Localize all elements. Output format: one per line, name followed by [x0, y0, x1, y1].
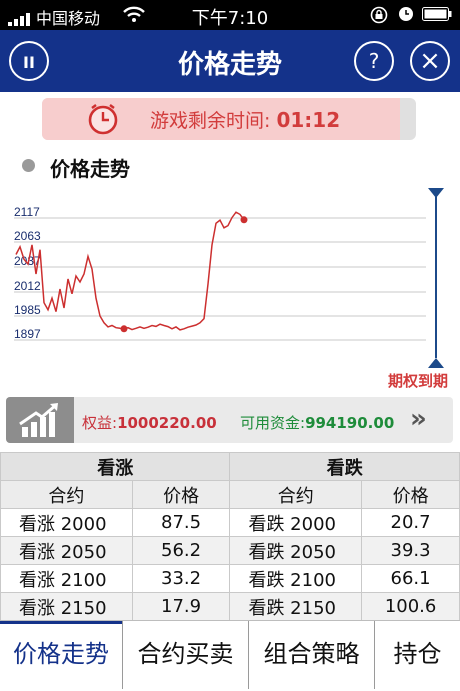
- trend-chart-icon: [6, 397, 74, 443]
- put-price[interactable]: 100.6: [361, 592, 460, 621]
- put-price[interactable]: 39.3: [361, 536, 460, 565]
- call-contract[interactable]: 看涨 2050: [0, 536, 133, 565]
- price-marker: [240, 216, 248, 224]
- put-price[interactable]: 20.7: [361, 508, 460, 537]
- tab-bar: 价格走势 合约买卖 组合策略 持仓: [0, 620, 460, 691]
- price-line: [15, 211, 245, 331]
- put-header: 看跌: [229, 452, 460, 481]
- tab-combo-strategy[interactable]: 组合策略: [249, 621, 375, 689]
- call-header: 看涨: [0, 452, 231, 481]
- help-icon: ?: [368, 49, 380, 73]
- alarm-clock-icon: [88, 104, 118, 135]
- timer-text: 游戏剩余时间: 01:12: [150, 106, 340, 133]
- call-price-header: 价格: [131, 480, 231, 509]
- y-tick-label: 2117: [14, 205, 40, 219]
- call-price[interactable]: 17.9: [131, 592, 231, 621]
- call-contract[interactable]: 看涨 2150: [0, 592, 133, 621]
- funds-value: 994190.00: [305, 414, 395, 432]
- put-contract[interactable]: 看跌 2100: [229, 564, 363, 593]
- table-row[interactable]: 看涨 2050 56.2 看跌 2050 39.3: [0, 536, 460, 565]
- table-row[interactable]: 看涨 2150 17.9 看跌 2150 100.6: [0, 592, 460, 621]
- expiry-bottom-marker: [428, 358, 444, 368]
- y-tick-label: 2012: [14, 279, 41, 293]
- help-button[interactable]: ?: [354, 41, 394, 81]
- section-bullet: [22, 159, 35, 172]
- table-row[interactable]: 看涨 2100 33.2 看跌 2100 66.1: [0, 564, 460, 593]
- table-row[interactable]: 看涨 2000 87.5 看跌 2000 20.7: [0, 508, 460, 537]
- nav-bar: II 价格走势 ? ×: [0, 30, 460, 92]
- alarm-icon: [399, 7, 413, 21]
- call-price[interactable]: 87.5: [131, 508, 231, 537]
- equity-label: 权益:: [82, 414, 118, 432]
- funds-label: 可用资金:: [240, 414, 306, 432]
- call-price[interactable]: 56.2: [131, 536, 231, 565]
- rotation-lock-icon: [370, 6, 388, 24]
- put-contract[interactable]: 看跌 2050: [229, 536, 363, 565]
- put-contract-header: 合约: [229, 480, 363, 509]
- tab-price-trend[interactable]: 价格走势: [0, 621, 123, 689]
- tab-contract-trade[interactable]: 合约买卖: [123, 621, 249, 689]
- y-tick-label: 1897: [14, 327, 41, 341]
- put-contract[interactable]: 看跌 2150: [229, 592, 363, 621]
- put-price[interactable]: 66.1: [361, 564, 460, 593]
- tab-positions[interactable]: 持仓: [375, 621, 460, 689]
- battery-icon: [422, 7, 452, 21]
- y-tick-label: 2063: [14, 229, 41, 243]
- call-contract-header: 合约: [0, 480, 133, 509]
- expiry-label: 期权到期: [388, 372, 448, 390]
- price-chart: 211720632037201219851897期权到期: [14, 188, 448, 390]
- chevron-right-icon[interactable]: »: [410, 404, 427, 434]
- call-contract[interactable]: 看涨 2100: [0, 564, 133, 593]
- options-table: 看涨 看跌 合约 价格 合约 价格 看涨 2000 87.5 看跌 2000 2…: [0, 452, 460, 621]
- equity: 权益:1000220.00: [82, 412, 217, 433]
- put-contract[interactable]: 看跌 2000: [229, 508, 363, 537]
- price-marker: [120, 325, 128, 333]
- timer-label: 游戏剩余时间:: [150, 110, 277, 132]
- close-icon: ×: [419, 46, 441, 76]
- equity-value: 1000220.00: [117, 414, 217, 432]
- call-price[interactable]: 33.2: [131, 564, 231, 593]
- call-contract[interactable]: 看涨 2000: [0, 508, 133, 537]
- available-funds: 可用资金:994190.00: [240, 412, 394, 433]
- chart-section-title: 价格走势: [50, 157, 130, 181]
- status-time: 下午7:10: [191, 8, 269, 29]
- put-price-header: 价格: [361, 480, 460, 509]
- y-tick-label: 1985: [14, 303, 41, 317]
- status-bar: 中国移动 下午7:10: [0, 0, 460, 30]
- close-button[interactable]: ×: [410, 41, 450, 81]
- expiry-top-marker: [428, 188, 444, 198]
- timer-value: 01:12: [276, 108, 341, 132]
